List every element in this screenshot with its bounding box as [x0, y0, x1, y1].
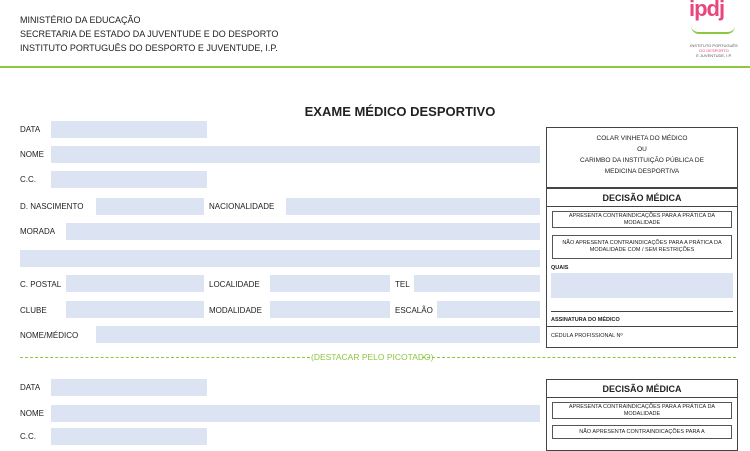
logo-text: INSTITUTO PORTUGUÊS DO DESPORTO E JUVENT…: [690, 43, 738, 58]
field-nacionalidade[interactable]: [286, 198, 540, 215]
logo-mark: ipdj: [689, 0, 725, 21]
header-divider: [0, 66, 750, 68]
label-modalidade: MODALIDADE: [209, 306, 262, 315]
option-contraindicated-2[interactable]: APRESENTA CONTRAINDICAÇÕES PARA A PRÁTIC…: [552, 402, 732, 419]
field-nascimento[interactable]: [96, 198, 204, 215]
field-data-2[interactable]: [51, 379, 207, 396]
label-morada: MORADA: [20, 227, 56, 236]
stamp-box[interactable]: COLAR VINHETA DO MÉDICO OU CARIMBO DA IN…: [546, 127, 738, 188]
label-nome-2: NOME: [20, 409, 44, 418]
label-tel: TEL: [395, 280, 410, 289]
cedula-label: CÉDULA PROFISSIONAL Nº: [551, 333, 623, 339]
field-nome[interactable]: [51, 146, 540, 163]
field-clube[interactable]: [66, 301, 204, 318]
header-line-ministry: MINISTÉRIO DA EDUCAÇÃO: [20, 15, 141, 25]
label-clube: CLUBE: [20, 306, 47, 315]
header-line-institute: INSTITUTO PORTUGUÊS DO DESPORTO E JUVENT…: [20, 43, 278, 53]
cut-line-label: (DESTACAR PELO PICOTADO): [311, 352, 434, 362]
field-tel[interactable]: [414, 275, 540, 292]
decision-panel: DECISÃO MÉDICA APRESENTA CONTRAINDICAÇÕE…: [546, 188, 738, 348]
label-data-2: DATA: [20, 383, 41, 392]
field-nome-2[interactable]: [51, 405, 540, 422]
label-nascimento: D. NASCIMENTO: [20, 202, 84, 211]
decision-title-2: DECISÃO MÉDICA: [602, 384, 682, 394]
field-morada-line2[interactable]: [20, 250, 540, 267]
decision-panel-2: DECISÃO MÉDICA APRESENTA CONTRAINDICAÇÕE…: [546, 379, 738, 451]
field-quais[interactable]: [551, 273, 733, 298]
field-morada[interactable]: [66, 223, 540, 240]
cut-line-right: [422, 357, 736, 358]
label-nome-medico: NOME/MÉDICO: [20, 331, 79, 340]
assinatura-label: ASSINATURA DO MÉDICO: [551, 317, 620, 323]
header-line-secretariat: SECRETARIA DE ESTADO DA JUVENTUDE E DO D…: [20, 29, 279, 39]
decision-title: DECISÃO MÉDICA: [602, 193, 682, 203]
field-data[interactable]: [51, 121, 207, 138]
field-escalao[interactable]: [437, 301, 540, 318]
field-postal[interactable]: [66, 275, 204, 292]
field-localidade[interactable]: [270, 275, 390, 292]
label-data: DATA: [20, 125, 41, 134]
page-title: EXAME MÉDICO DESPORTIVO: [304, 104, 496, 119]
label-postal: C. POSTAL: [20, 280, 62, 289]
label-escalao: ESCALÃO: [395, 306, 433, 315]
logo-swoosh: [691, 26, 735, 34]
cut-line-left: [20, 357, 310, 358]
label-nome: NOME: [20, 150, 44, 159]
ipdj-logo: ipdj INSTITUTO PORTUGUÊS DO DESPORTO E J…: [683, 0, 745, 64]
field-modalidade[interactable]: [270, 301, 390, 318]
label-cc-2: C.C.: [20, 432, 36, 441]
label-nacionalidade: NACIONALIDADE: [209, 202, 275, 211]
option-contraindicated[interactable]: APRESENTA CONTRAINDICAÇÕES PARA A PRÁTIC…: [552, 211, 732, 228]
field-nome-medico[interactable]: [96, 326, 540, 343]
option-not-contraindicated[interactable]: NÃO APRESENTA CONTRAINDICAÇÕES PARA A PR…: [552, 235, 732, 259]
label-localidade: LOCALIDADE: [209, 280, 260, 289]
field-cc[interactable]: [51, 171, 207, 188]
label-cc: C.C.: [20, 175, 36, 184]
quais-label: QUAIS: [551, 265, 569, 271]
